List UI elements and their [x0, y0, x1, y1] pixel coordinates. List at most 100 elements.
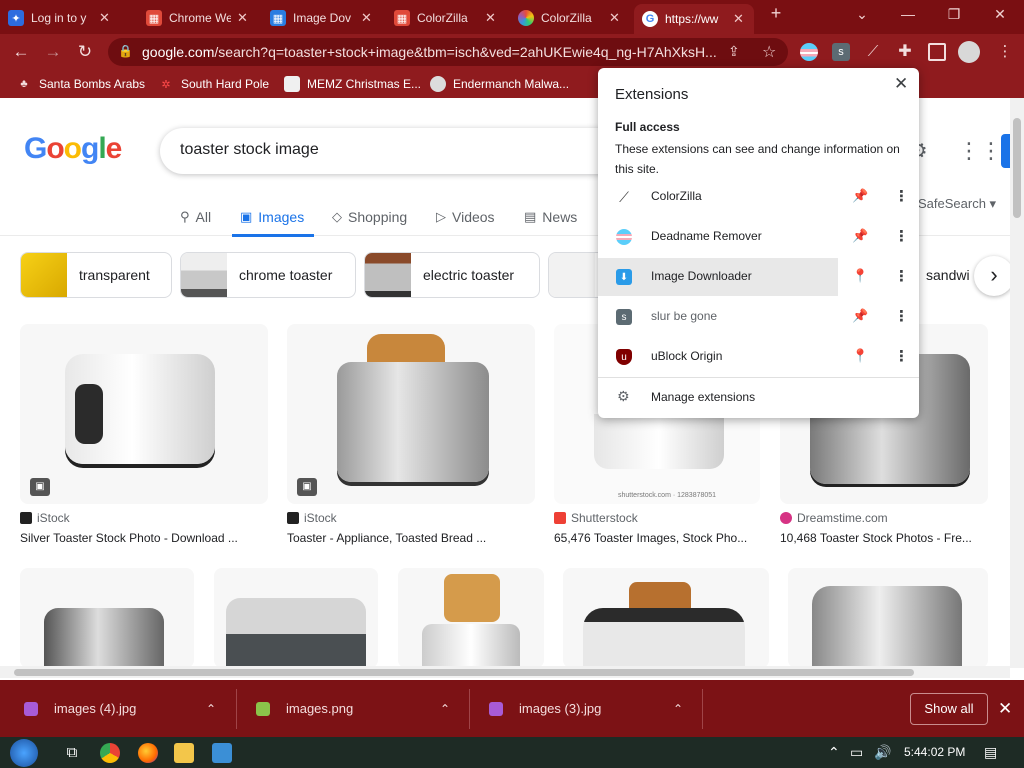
result-title[interactable]: 65,476 Toaster Images, Stock Pho...	[554, 531, 794, 545]
result-image[interactable]	[563, 568, 769, 668]
result-source[interactable]: iStock	[20, 511, 70, 525]
chevron-up-icon[interactable]: ⌃	[440, 702, 450, 716]
close-tab-icon[interactable]: ✕	[609, 10, 620, 26]
scrollbar-thumb[interactable]	[1013, 118, 1021, 218]
notifications-icon[interactable]: ▤	[984, 744, 997, 761]
tab-1[interactable]: ✦ Log in to y ✕	[8, 4, 130, 32]
tab-videos[interactable]: ▷ Videos	[436, 204, 495, 230]
back-arrow-icon[interactable]: ←	[10, 41, 32, 63]
result-title[interactable]: Toaster - Appliance, Toasted Bread ...	[287, 531, 527, 545]
extension-row-slur-be-gone[interactable]: s slur be gone 📌 ⋮	[598, 298, 919, 336]
tab-3[interactable]: ▦ Image Dov ✕	[270, 4, 380, 32]
pin-icon[interactable]: 📌	[852, 228, 868, 244]
tab-all[interactable]: ⚲ All	[180, 204, 211, 230]
chip-chrome-toaster[interactable]: chrome toaster	[180, 252, 356, 298]
extension-row-ublock-origin[interactable]: u uBlock Origin 📍 ⋮	[598, 338, 919, 376]
result-image[interactable]: ▣	[287, 324, 535, 504]
pin-icon[interactable]: 📍	[852, 348, 868, 364]
tab-search-chevron-icon[interactable]: ⌄	[852, 6, 872, 23]
result-image[interactable]	[20, 568, 194, 668]
more-options-icon[interactable]: ⋮	[894, 347, 909, 365]
tab-shopping[interactable]: ◇ Shopping	[332, 204, 407, 230]
result-source[interactable]: Dreamstime.com	[780, 511, 888, 525]
vertical-scrollbar[interactable]	[1010, 98, 1024, 668]
deadname-remover-icon[interactable]	[800, 43, 818, 61]
more-options-icon[interactable]: ⋮	[894, 307, 909, 325]
pin-icon[interactable]: 📌	[852, 308, 868, 324]
close-tab-icon[interactable]: ✕	[485, 10, 496, 26]
chrome-taskbar-icon[interactable]	[100, 743, 120, 763]
safesearch-dropdown[interactable]: SafeSearch ▾	[918, 196, 996, 212]
extension-row-deadname-remover[interactable]: Deadname Remover 📌 ⋮	[598, 218, 919, 256]
chip-transparent[interactable]: transparent	[20, 252, 172, 298]
pin-icon[interactable]: 📍	[852, 268, 868, 284]
chrome-menu-kebab-icon[interactable]: ⋮	[994, 41, 1016, 63]
close-tab-icon[interactable]: ✕	[237, 10, 248, 26]
scrollbar-thumb[interactable]	[14, 669, 914, 676]
extensions-puzzle-icon[interactable]: ✚	[896, 43, 914, 61]
file-explorer-icon[interactable]	[174, 743, 194, 763]
download-item[interactable]: images.png ⌃	[256, 680, 466, 737]
result-image[interactable]	[398, 568, 544, 668]
extension-row-image-downloader[interactable]: ⬇ Image Downloader	[598, 258, 838, 296]
more-options-icon[interactable]: ⋮	[894, 227, 909, 245]
start-button-icon[interactable]	[10, 739, 38, 767]
tray-chevron-up-icon[interactable]: ⌃	[828, 744, 840, 761]
bookmark-item[interactable]: ✲ South Hard Pole	[158, 76, 269, 92]
show-all-button[interactable]: Show all	[910, 693, 988, 725]
more-options-icon[interactable]: ⋮	[894, 267, 909, 285]
result-source[interactable]: Shutterstock	[554, 511, 638, 525]
profile-avatar-icon[interactable]	[958, 41, 980, 63]
chevron-right-icon[interactable]: ›	[974, 256, 1010, 296]
close-window-icon[interactable]: ✕	[990, 6, 1010, 23]
chevron-up-icon[interactable]: ⌃	[206, 702, 216, 716]
bookmark-star-icon[interactable]: ☆	[762, 42, 776, 62]
close-tab-icon[interactable]: ✕	[99, 10, 110, 26]
google-logo[interactable]: Google	[24, 132, 122, 166]
restore-icon[interactable]: ❐	[944, 6, 964, 23]
result-image[interactable]	[788, 568, 988, 668]
forward-arrow-icon[interactable]: →	[42, 41, 64, 63]
close-icon[interactable]: ✕	[894, 74, 908, 94]
firefox-taskbar-icon[interactable]	[138, 743, 158, 763]
tab-images[interactable]: ▣ Images	[231, 204, 315, 237]
tab-6-active[interactable]: G https://ww ✕	[634, 4, 754, 34]
bookmark-item[interactable]: MEMZ Christmas E...	[284, 76, 421, 92]
eyedropper-icon[interactable]: ⟋	[864, 43, 882, 61]
side-panel-icon[interactable]	[928, 43, 946, 61]
manage-extensions-item[interactable]: ⚙ Manage extensions	[598, 380, 919, 414]
app-window-icon[interactable]	[212, 743, 232, 763]
slur-be-gone-icon[interactable]: s	[832, 43, 850, 61]
result-title[interactable]: Silver Toaster Stock Photo - Download ..…	[20, 531, 260, 545]
result-title[interactable]: 10,468 Toaster Stock Photos - Fre...	[780, 531, 1010, 545]
chevron-up-icon[interactable]: ⌃	[673, 702, 683, 716]
network-icon[interactable]: ▭	[850, 744, 863, 761]
tab-4[interactable]: ▦ ColorZilla ✕	[394, 4, 504, 32]
download-item[interactable]: images (3).jpg ⌃	[489, 680, 699, 737]
bookmark-item[interactable]: ♣ Santa Bombs Arabs	[16, 76, 145, 92]
search-input[interactable]: toaster stock image	[180, 141, 319, 159]
extension-row-colorzilla[interactable]: ⟋ ColorZilla 📌 ⋮	[598, 178, 919, 216]
share-icon[interactable]: ⇪	[728, 43, 740, 60]
taskbar-clock[interactable]: 5:44:02 PM	[904, 745, 965, 759]
pin-icon[interactable]: 📌	[852, 188, 868, 204]
close-tab-icon[interactable]: ✕	[733, 11, 744, 27]
tab-news[interactable]: ▤ News	[524, 204, 577, 230]
download-item[interactable]: images (4).jpg ⌃	[24, 680, 234, 737]
close-downloads-icon[interactable]: ✕	[998, 699, 1012, 719]
reload-icon[interactable]: ↻	[74, 41, 96, 63]
minimize-icon[interactable]: —	[898, 6, 918, 22]
horizontal-scrollbar[interactable]	[0, 666, 1010, 678]
close-tab-icon[interactable]: ✕	[361, 10, 372, 26]
more-options-icon[interactable]: ⋮	[894, 187, 909, 205]
tab-2[interactable]: ▦ Chrome We ✕	[146, 4, 256, 32]
task-view-icon[interactable]: ⧉	[62, 743, 82, 763]
result-source[interactable]: iStock	[287, 511, 337, 525]
volume-icon[interactable]: 🔊	[874, 744, 891, 761]
result-image[interactable]	[214, 568, 378, 668]
tab-5[interactable]: ColorZilla ✕	[518, 4, 628, 32]
new-tab-icon[interactable]: +	[766, 3, 786, 24]
sign-in-button[interactable]	[1001, 134, 1010, 168]
result-image[interactable]: ▣	[20, 324, 268, 504]
url-text[interactable]: google.com/search?q=toaster+stock+image&…	[142, 44, 722, 60]
